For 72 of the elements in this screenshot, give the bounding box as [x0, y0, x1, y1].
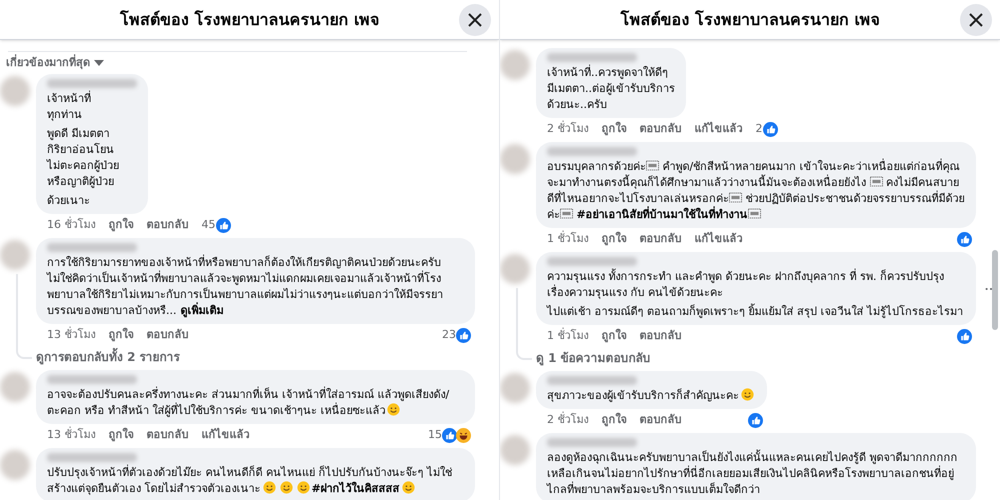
- avatar[interactable]: [500, 435, 530, 465]
- comment-text: ปรับปรุงเจ้าหน้าที่ตัวเองด้วยไม๊ยะ คนไหนดีก็ดี คนไหนแย่ ก็ไปปรับกันบ้างนะจ๊ะๆ ไม่ใช่สร้างแต่จุดยืนตัวเอง โดยไม่สำรวจตัวเองเนาะ #ฝากไว้ในคิสสสส: [47, 465, 453, 497]
- comment-action[interactable]: ตอบกลับ: [640, 412, 682, 428]
- smiley-icon: [280, 481, 292, 494]
- comment-action[interactable]: ถูกใจ: [602, 230, 626, 248]
- comment-action[interactable]: ถูกใจ: [108, 326, 134, 344]
- smiley-icon: [262, 481, 276, 494]
- comment-action[interactable]: ถูกใจ: [602, 412, 626, 428]
- view-replies-link[interactable]: ดูการตอบกลับทั้ง 2 รายการ: [36, 348, 180, 366]
- reaction-count: 15: [428, 426, 442, 443]
- reaction-count: 2: [756, 120, 762, 137]
- smiley-icon: [402, 481, 415, 494]
- comment-time: 2 ชั่วโมง: [547, 120, 588, 137]
- comment-action[interactable]: ตอบกลับ: [640, 230, 682, 248]
- comment-text: เจ้าหน้าที่..ควรพูดจาให้ดีๆ มีเมตตา..ต่อผู้เข้ารับบริการ ด้วยนะ..ครับ: [547, 65, 675, 113]
- caret-icon: [94, 60, 104, 66]
- comment-action[interactable]: ถูกใจ: [108, 426, 134, 444]
- avatar[interactable]: [500, 373, 530, 403]
- placeholder-box-icon: [646, 159, 659, 172]
- comment-text: สุขภาวะของผู้เข้ารับบริการก็สำคัญนะคะ: [547, 388, 756, 404]
- comment-text: อบรมบุคลากรด้วยค่ะ คำพูด/ชักสีหน้าหลายคนมาก เข้าใจนะคะว่าเหนื่อยแต่ก่อนที่คุณจะมาทำงานตรงนี้คุณก็ได้ศึกษามาแล้วว่างานนี้มันจะต้องเหนื่อยยังไง คงไม่มีคนสบายดีที่ไหนอยากจะไปโรงบาลเล่นหรอกค่ะ ช่วยปฏิบัติต่อประชาชนด้วยจรรยาบรรณที่มีด้วยค่ะ #อย่าเอานิสัยที่บ้านมาใช้ในที่ทำงาน: [547, 159, 965, 223]
- comment-action[interactable]: แก้ไขแล้ว: [202, 426, 250, 444]
- smiley-icon: [296, 481, 310, 494]
- placeholder-box-icon: [748, 207, 761, 220]
- sort-dropdown[interactable]: เกี่ยวข้องมากที่สุด: [0, 52, 110, 74]
- avatar[interactable]: [500, 50, 530, 80]
- comment-action[interactable]: แก้ไขแล้ว: [694, 120, 742, 138]
- avatar[interactable]: [0, 450, 30, 480]
- comment-text: ด้วยเนาะ: [47, 193, 91, 209]
- comment-action[interactable]: ตอบกลับ: [640, 328, 682, 344]
- comment-text: เจ้าหน้าที่ ทุกท่าน: [47, 91, 92, 123]
- avatar[interactable]: [0, 76, 30, 106]
- dialog-title: โพสต์ของ โรงพยาบาลนครนายก เพจ: [620, 8, 880, 30]
- smiley-icon: [741, 388, 754, 401]
- close-icon: [468, 13, 482, 27]
- dialog-title: โพสต์ของ โรงพยาบาลนครนายก เพจ: [120, 8, 380, 30]
- comment-time: 2 ชั่วโมง: [547, 412, 588, 428]
- smiley-icon: [387, 403, 400, 416]
- comment-text: อาจจะต้องปรับคนละครึ่งทางนะคะ ส่วนมากที่เห็น เจ้าหน้าที่ใส่อารมณ์ แล้วพูดเสียงดัง/ตะคอก หรือ ทำสีหน้า ใส่ผู้ที่ไปใช้บริการค่ะ ขนาดเช้าๆนะ เหนื่อยซะแล้ว: [47, 387, 450, 419]
- comment-action[interactable]: ถูกใจ: [602, 328, 626, 344]
- comment-action[interactable]: ถูกใจ: [602, 120, 626, 138]
- comment-time: 13 ชั่วโมง: [47, 426, 96, 443]
- avatar[interactable]: [500, 144, 530, 174]
- avatar[interactable]: [500, 254, 530, 284]
- close-icon: [969, 13, 983, 27]
- comment-action[interactable]: ตอบกลับ: [146, 326, 188, 344]
- comment-time: 16 ชั่วโมง: [47, 216, 96, 233]
- placeholder-box-icon: [729, 191, 742, 204]
- placeholder-box-icon: [560, 207, 573, 220]
- comment-text: พูดดี มีเมตตา กิริยาอ่อนโยน ไม่ตะคอกผู้ป่วย หรือญาติผู้ป่วย: [47, 126, 120, 190]
- comment-action[interactable]: แก้ไขแล้ว: [694, 230, 742, 248]
- see-more-link[interactable]: ดูเพิ่มเติม: [180, 304, 224, 317]
- comment-text: ความรุนแรง ทั้งการกระทำ และคำพูด ด้วยนะคะ ฝากถึงบุคลากร ที่ รพ. ก็ควรปรับปรุงเรื่องความรุนแรง กับ คนไข้ด้วยนะคะ: [547, 269, 945, 301]
- placeholder-box-icon: [870, 175, 882, 188]
- reaction-count: 45: [202, 216, 216, 233]
- comment-time: 1 ชั่วโมง: [547, 328, 588, 344]
- comment-action[interactable]: ตอบกลับ: [146, 426, 188, 444]
- comment-text: ลองดูห้องฉุกเฉินนะครับพยาบาลเป็นยังไงแค่นั้นแหละคนเคยไปคงรู้ดี พูดจาดีมากกกกกกเหลือเกินจนไม่อยากไปรักษาที่นี่อีกเลยยอมเสียเงินไปคลินิคหรือโรงพยาบาลเอกชนที่อยู่ไกลที่พยาบาลพร้อมจะบริการแบบเต็มใจดีกว่า: [547, 450, 958, 498]
- reaction-count: 23: [442, 326, 456, 343]
- close-button[interactable]: [459, 4, 491, 36]
- avatar[interactable]: [0, 372, 30, 402]
- view-replies-link[interactable]: ดู 1 ข้อความตอบกลับ: [536, 349, 651, 367]
- comment-text: การใช้กิริยามารยาทของเจ้าหน้าที่หรือพยาบาลก็ต้องให้เกียรติญาติคนป่วยด้วยนะครับไม่ใช่คิดว่าเป็นเจ้าหน้าที่พยาบาลแล้วจะพูดหมาไม่แดกผมเคยเจอมาแล้วเจ้าหน้าที่โรงพยาบาลใช้กิริยาไม่เหมาะกับการเป็นพยาบาลแต่ผมไม่ว่าแรงๆนะแต่บอกว่าให้มีจรรยาบรรณของพยาบาลบ้างหรื... ดูเพิ่มเติม: [47, 255, 444, 319]
- scrollbar[interactable]: [992, 250, 998, 330]
- comment-action[interactable]: ถูกใจ: [108, 216, 134, 234]
- close-button[interactable]: [960, 4, 992, 36]
- comment-text: ไปแต่เช้า อารมณ์ดีๆ ตอนถามก็พูดเพราะๆ ยิ้มแย้มใส่ สรุป เจอวีนใส่ ไม่รู้ไปโกรธอะไรมา: [547, 304, 964, 320]
- comment-action[interactable]: ตอบกลับ: [146, 216, 188, 234]
- comment-action[interactable]: ตอบกลับ: [640, 120, 682, 138]
- avatar[interactable]: [0, 240, 30, 270]
- comment-time: 13 ชั่วโมง: [47, 326, 96, 343]
- comment-time: 1 ชั่วโมง: [547, 230, 588, 247]
